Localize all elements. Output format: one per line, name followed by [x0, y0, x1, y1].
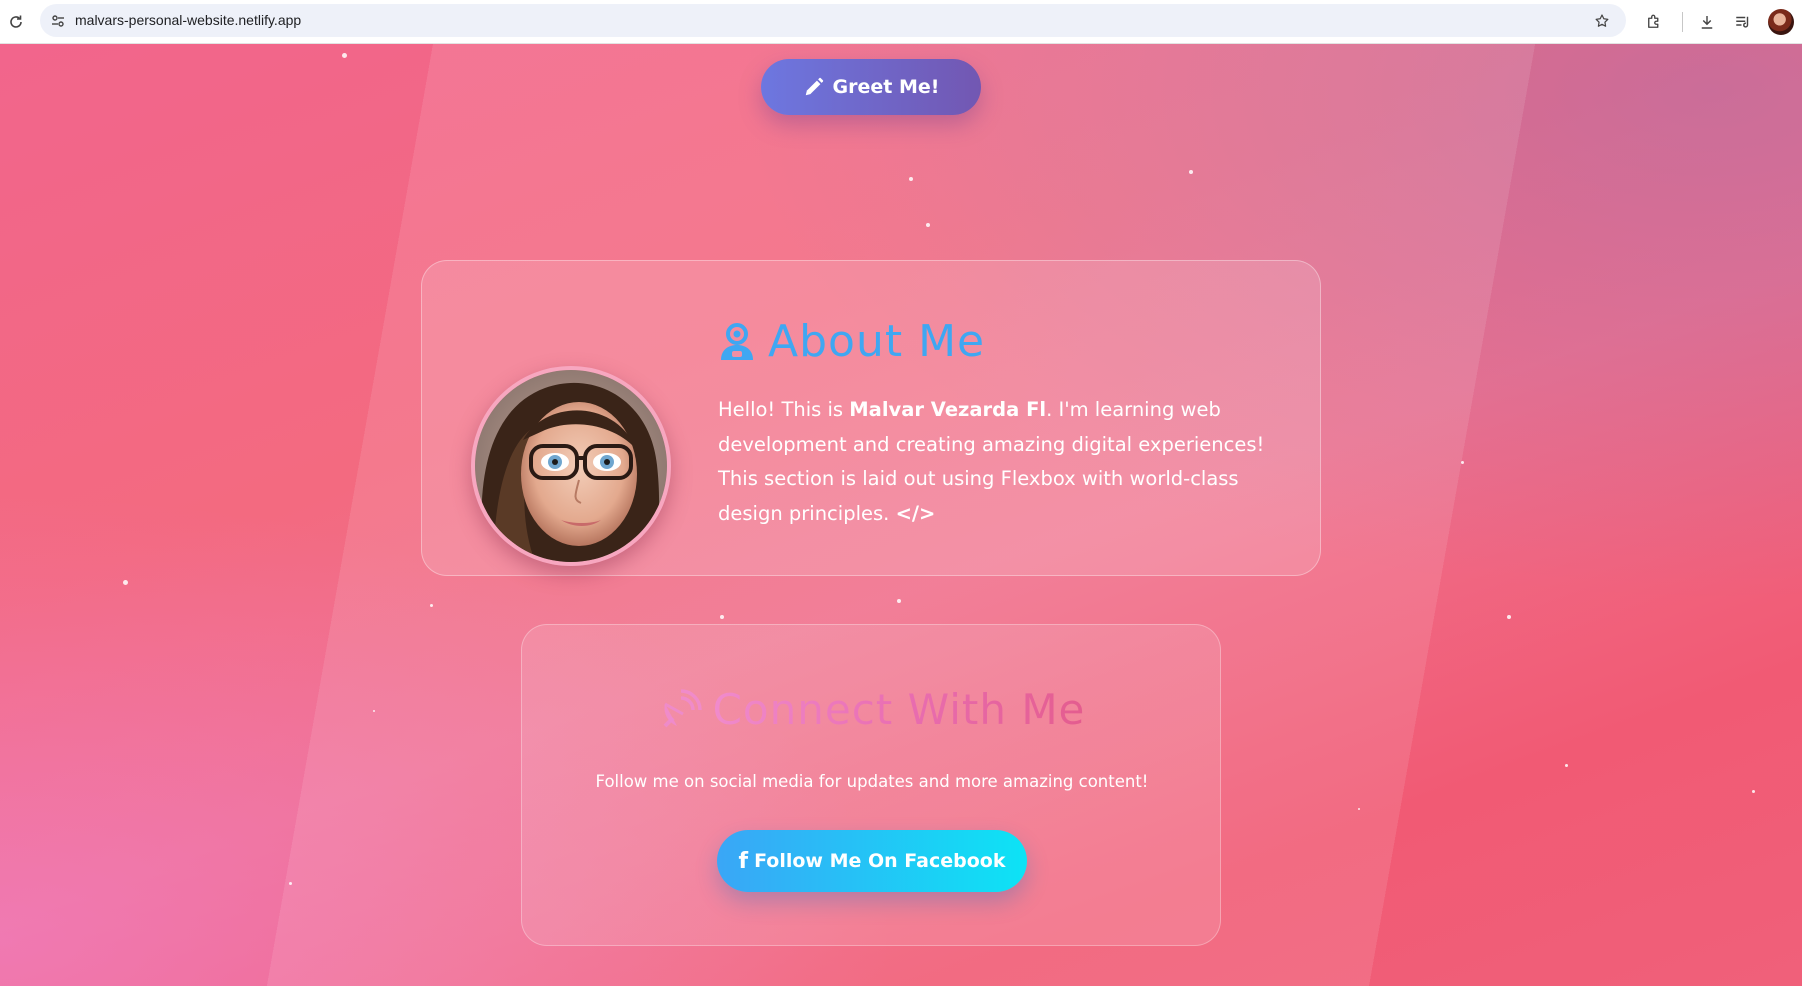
particle-dot — [909, 177, 913, 181]
particle-dot — [1461, 461, 1464, 464]
about-me-title: About Me — [768, 316, 986, 367]
toolbar-separator — [1682, 12, 1683, 32]
particle-dot — [373, 710, 375, 712]
particle-dot — [1358, 808, 1360, 810]
particle-dot — [1752, 790, 1755, 793]
author-name: Malvar Vezarda Fl — [849, 398, 1047, 421]
about-me-paragraph: Hello! This is Malvar Vezarda Fl. I'm le… — [718, 393, 1278, 531]
greet-me-label: Greet Me! — [832, 76, 940, 98]
particle-dot — [289, 882, 292, 885]
particle-dot — [1565, 764, 1568, 767]
follow-facebook-label: Follow Me On Facebook — [754, 850, 1006, 872]
about-me-card: About Me Hello! This is Malvar Vezarda F… — [421, 260, 1321, 576]
greet-me-button[interactable]: Greet Me! — [761, 59, 981, 115]
particle-dot — [430, 604, 433, 607]
code-glyph: </> — [895, 501, 936, 525]
particle-dot — [897, 599, 901, 603]
reload-icon[interactable] — [4, 10, 28, 34]
pencil-icon — [805, 77, 823, 96]
particle-dot — [1189, 170, 1193, 174]
particle-dot — [720, 615, 724, 619]
site-info-icon[interactable] — [46, 9, 70, 33]
connect-subtitle: Follow me on social media for updates an… — [595, 772, 1149, 791]
bookmark-star-icon[interactable] — [1590, 9, 1614, 33]
particle-dot — [1507, 615, 1511, 619]
connect-title: Connect With Me — [712, 685, 1086, 734]
connect-card: Connect With Me Follow me on social medi… — [521, 624, 1221, 946]
particle-dot — [123, 580, 128, 585]
address-bar[interactable]: malvars-personal-website.netlify.app — [40, 4, 1626, 37]
profile-avatar[interactable] — [1768, 9, 1794, 35]
about-me-heading: About Me — [718, 316, 985, 367]
url-text[interactable]: malvars-personal-website.netlify.app — [75, 12, 301, 28]
about-text-intro: Hello! This is — [718, 398, 850, 421]
particle-dot — [342, 53, 347, 58]
extensions-icon[interactable] — [1640, 8, 1668, 36]
follow-facebook-button[interactable]: f Follow Me On Facebook — [717, 830, 1027, 892]
profile-photo — [471, 366, 671, 566]
connect-heading: Connect With Me — [522, 685, 1222, 734]
robot-icon — [721, 322, 753, 360]
facebook-icon: f — [738, 848, 749, 874]
particle-dot — [926, 223, 930, 227]
media-controls-icon[interactable] — [1729, 8, 1757, 36]
satellite-dish-icon — [663, 688, 702, 727]
downloads-icon[interactable] — [1693, 8, 1721, 36]
page-viewport: Greet Me! About Me Hello! This is Malvar… — [0, 44, 1802, 986]
browser-toolbar: malvars-personal-website.netlify.app — [0, 0, 1802, 44]
